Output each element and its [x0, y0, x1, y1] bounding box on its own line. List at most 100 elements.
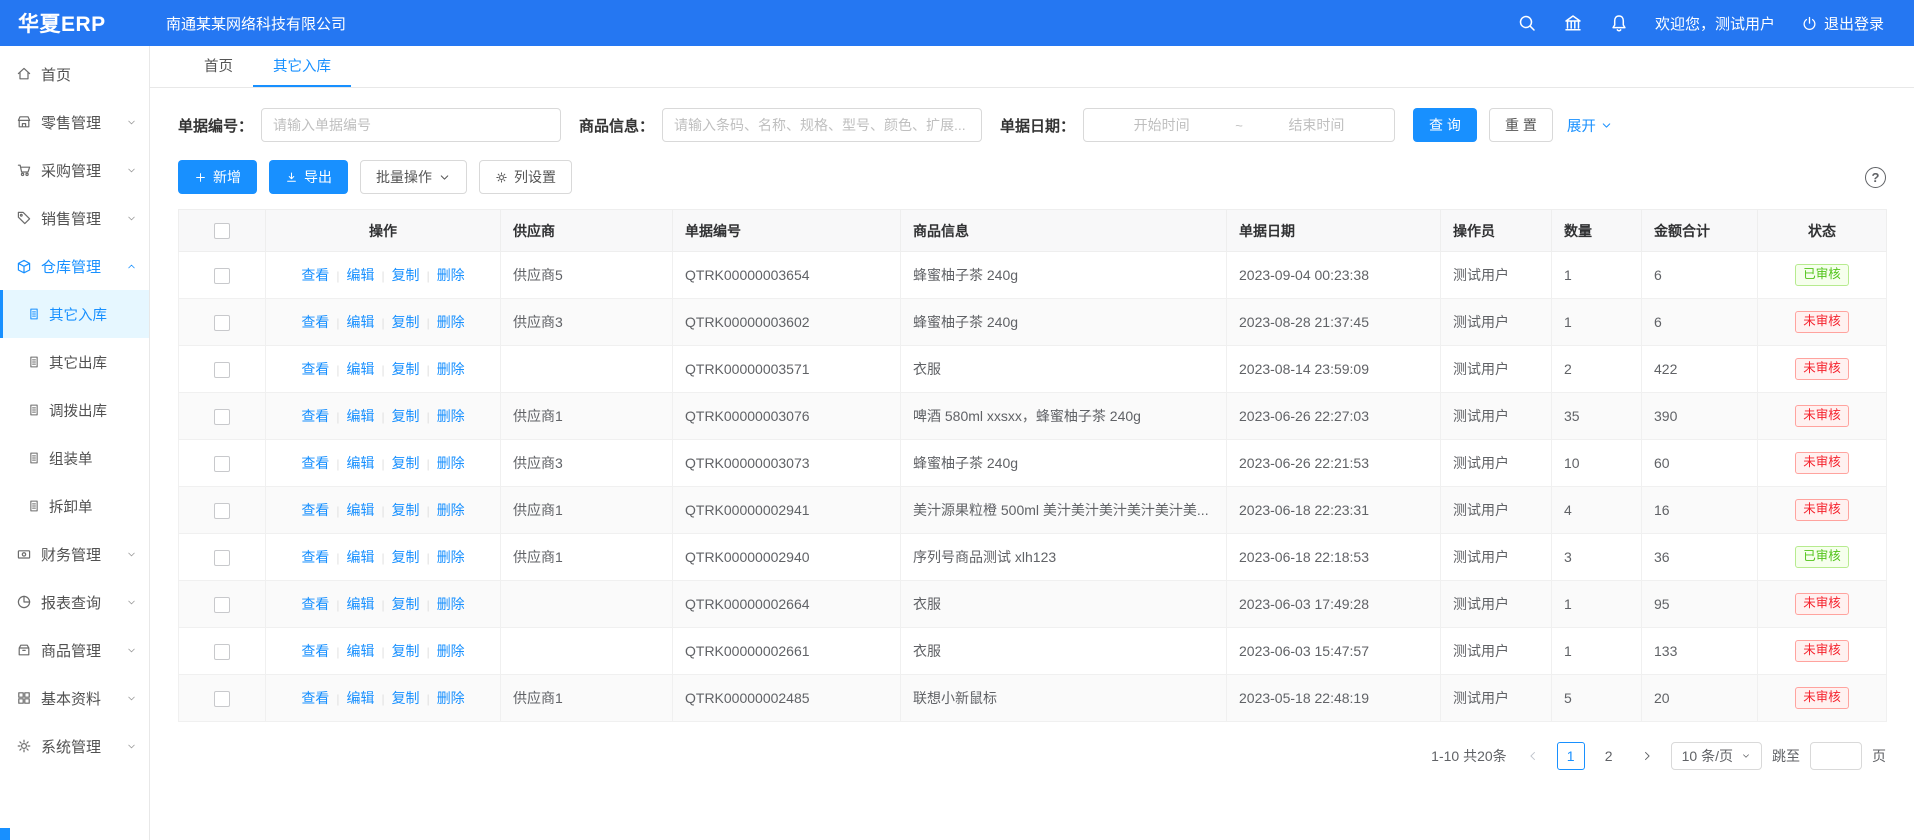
expand-link[interactable]: 展开 [1567, 115, 1613, 136]
bank-icon[interactable] [1563, 13, 1583, 33]
row-action-edit[interactable]: 编辑 [346, 267, 374, 283]
row-action-copy[interactable]: 复制 [392, 643, 420, 659]
row-action-edit[interactable]: 编辑 [346, 596, 374, 612]
row-action-delete[interactable]: 删除 [437, 502, 465, 518]
row-action-copy[interactable]: 复制 [392, 455, 420, 471]
sidebar-item-system[interactable]: 系统管理 [0, 722, 149, 770]
row-checkbox[interactable] [214, 691, 230, 707]
row-action-edit[interactable]: 编辑 [346, 643, 374, 659]
row-action-edit[interactable]: 编辑 [346, 361, 374, 377]
sales-icon [16, 210, 32, 226]
prev-page-button[interactable] [1519, 742, 1547, 770]
row-action-view[interactable]: 查看 [301, 643, 329, 659]
next-page-button[interactable] [1633, 742, 1661, 770]
row-action-view[interactable]: 查看 [301, 361, 329, 377]
date-end-input[interactable] [1249, 117, 1384, 133]
row-action-copy[interactable]: 复制 [392, 596, 420, 612]
row-action-delete[interactable]: 删除 [437, 314, 465, 330]
tab-bar: 首页其它入库 [150, 46, 1914, 88]
row-action-edit[interactable]: 编辑 [346, 408, 374, 424]
row-action-copy[interactable]: 复制 [392, 502, 420, 518]
row-action-view[interactable]: 查看 [301, 408, 329, 424]
row-action-delete[interactable]: 删除 [437, 361, 465, 377]
sidebar-subitem-disassembly[interactable]: 拆卸单 [0, 482, 149, 530]
row-action-delete[interactable]: 删除 [437, 455, 465, 471]
date-range-picker[interactable]: ~ [1083, 108, 1395, 142]
row-action-view[interactable]: 查看 [301, 314, 329, 330]
row-action-edit[interactable]: 编辑 [346, 549, 374, 565]
row-action-copy[interactable]: 复制 [392, 314, 420, 330]
date-start-input[interactable] [1094, 117, 1229, 133]
row-action-delete[interactable]: 删除 [437, 596, 465, 612]
row-checkbox[interactable] [214, 315, 230, 331]
row-action-delete[interactable]: 删除 [437, 549, 465, 565]
cell-qty: 2 [1552, 346, 1642, 393]
batch-actions-button[interactable]: 批量操作 [360, 160, 467, 194]
app-logo[interactable]: 华夏ERP [0, 8, 150, 38]
chevron-down-icon [126, 165, 137, 176]
row-action-view[interactable]: 查看 [301, 267, 329, 283]
sidebar-subitem-assembly[interactable]: 组装单 [0, 434, 149, 482]
sidebar-item-report[interactable]: 报表查询 [0, 578, 149, 626]
sidebar-item-finance[interactable]: 财务管理 [0, 530, 149, 578]
row-action-copy[interactable]: 复制 [392, 690, 420, 706]
row-action-view[interactable]: 查看 [301, 502, 329, 518]
select-all-checkbox[interactable] [214, 223, 230, 239]
row-checkbox[interactable] [214, 409, 230, 425]
jump-page-input[interactable] [1810, 742, 1862, 770]
row-action-delete[interactable]: 删除 [437, 690, 465, 706]
sidebar-item-purchase[interactable]: 采购管理 [0, 146, 149, 194]
row-action-view[interactable]: 查看 [301, 549, 329, 565]
row-checkbox[interactable] [214, 550, 230, 566]
bell-icon[interactable] [1609, 13, 1629, 33]
row-action-copy[interactable]: 复制 [392, 361, 420, 377]
add-button[interactable]: 新增 [178, 160, 257, 194]
row-action-edit[interactable]: 编辑 [346, 502, 374, 518]
row-checkbox[interactable] [214, 597, 230, 613]
row-checkbox[interactable] [214, 268, 230, 284]
row-action-edit[interactable]: 编辑 [346, 690, 374, 706]
sidebar-subitem-other-outbound[interactable]: 其它出库 [0, 338, 149, 386]
bill-no-input[interactable] [261, 108, 561, 142]
page-button-2[interactable]: 2 [1595, 742, 1623, 770]
chevron-down-icon [126, 117, 137, 128]
sidebar-item-home[interactable]: 首页 [0, 50, 149, 98]
document-icon [27, 307, 41, 321]
logout-button[interactable]: 退出登录 [1801, 13, 1884, 34]
row-action-copy[interactable]: 复制 [392, 267, 420, 283]
row-checkbox[interactable] [214, 503, 230, 519]
row-action-copy[interactable]: 复制 [392, 549, 420, 565]
sidebar-item-sales[interactable]: 销售管理 [0, 194, 149, 242]
sidebar-subitem-other-inbound[interactable]: 其它入库 [0, 290, 149, 338]
row-action-copy[interactable]: 复制 [392, 408, 420, 424]
welcome-text[interactable]: 欢迎您，测试用户 [1655, 13, 1775, 34]
page-size-select[interactable]: 10 条/页 [1671, 742, 1762, 770]
sidebar-item-goods[interactable]: 商品管理 [0, 626, 149, 674]
row-checkbox[interactable] [214, 456, 230, 472]
row-action-delete[interactable]: 删除 [437, 408, 465, 424]
row-checkbox[interactable] [214, 362, 230, 378]
search-button[interactable]: 查 询 [1413, 108, 1477, 142]
sidebar-item-retail[interactable]: 零售管理 [0, 98, 149, 146]
row-action-edit[interactable]: 编辑 [346, 455, 374, 471]
row-action-edit[interactable]: 编辑 [346, 314, 374, 330]
tab-home[interactable]: 首页 [184, 46, 253, 87]
row-action-view[interactable]: 查看 [301, 690, 329, 706]
row-checkbox[interactable] [214, 644, 230, 660]
sidebar-subitem-transfer-outbound[interactable]: 调拨出库 [0, 386, 149, 434]
reset-button[interactable]: 重 置 [1489, 108, 1553, 142]
row-action-delete[interactable]: 删除 [437, 643, 465, 659]
column-settings-button[interactable]: 列设置 [479, 160, 572, 194]
search-icon[interactable] [1517, 13, 1537, 33]
help-icon[interactable]: ? [1865, 167, 1886, 188]
tab-other-inbound[interactable]: 其它入库 [253, 46, 351, 87]
export-button[interactable]: 导出 [269, 160, 348, 194]
action-separator: | [336, 551, 339, 565]
sidebar-item-warehouse[interactable]: 仓库管理 [0, 242, 149, 290]
sidebar-item-basic[interactable]: 基本资料 [0, 674, 149, 722]
row-action-view[interactable]: 查看 [301, 596, 329, 612]
page-button-1[interactable]: 1 [1557, 742, 1585, 770]
row-action-view[interactable]: 查看 [301, 455, 329, 471]
product-info-input[interactable] [662, 108, 982, 142]
row-action-delete[interactable]: 删除 [437, 267, 465, 283]
